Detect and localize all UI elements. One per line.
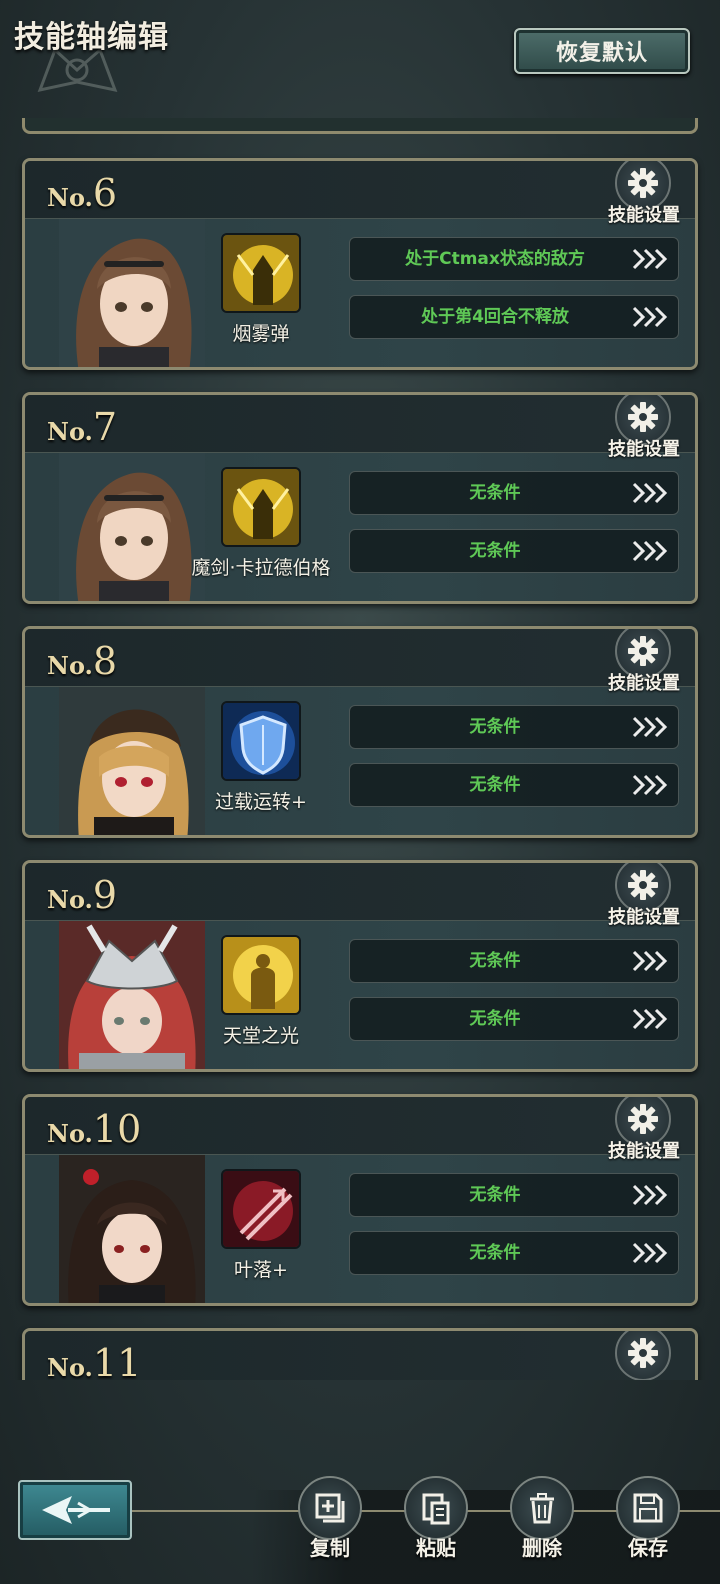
back-button[interactable] <box>18 1480 132 1540</box>
paste-icon <box>422 1493 450 1525</box>
paste-button[interactable]: 粘贴 <box>396 1476 476 1584</box>
condition-slot[interactable]: 无条件 <box>349 939 679 983</box>
character-portrait <box>59 687 205 835</box>
skill-card-7: No.7 技能设置 魔剑·卡拉德伯格 无条件 无条件 <box>22 392 698 604</box>
triple-chevron-icon <box>632 540 668 562</box>
slot-number: No.8 <box>47 639 118 683</box>
skill-settings-button[interactable]: 技能设置 <box>599 863 689 929</box>
condition-slot[interactable]: 处于第4回合不释放 <box>349 295 679 339</box>
skill-card-9: No.9 技能设置 天堂之光 无条件 无条件 <box>22 860 698 1072</box>
skill-settings-button[interactable]: 技能设置 <box>599 1097 689 1163</box>
condition-slot[interactable]: 无条件 <box>349 997 679 1041</box>
character-portrait <box>59 921 205 1069</box>
character-portrait <box>59 453 205 601</box>
skill-name: 天堂之光 <box>222 1025 299 1047</box>
gear-icon <box>628 870 658 900</box>
copy-icon <box>315 1493 345 1523</box>
slot-number: No.11 <box>47 1341 142 1380</box>
skill-settings-button[interactable]: 技能设置 <box>599 161 689 227</box>
triple-chevron-icon <box>632 950 668 972</box>
save-icon <box>633 1493 663 1523</box>
slot-number: No.7 <box>47 405 118 449</box>
slot-number: No.9 <box>47 873 118 917</box>
gear-icon <box>628 402 658 432</box>
gear-icon <box>628 1104 658 1134</box>
gear-icon <box>628 1338 658 1368</box>
skill-settings-button[interactable] <box>599 1331 689 1380</box>
skill-icon[interactable] <box>221 935 301 1015</box>
previous-card-edge <box>22 118 698 134</box>
skill-name: 过载运转+ <box>215 791 307 813</box>
save-button[interactable]: 保存 <box>608 1476 688 1584</box>
condition-slot[interactable]: 无条件 <box>349 763 679 807</box>
condition-slot[interactable]: 无条件 <box>349 471 679 515</box>
skill-icon[interactable] <box>221 1169 301 1249</box>
condition-slot[interactable]: 无条件 <box>349 1231 679 1275</box>
page-title: 技能轴编辑 <box>14 20 169 55</box>
back-arrow-icon <box>42 1496 110 1524</box>
triple-chevron-icon <box>632 716 668 738</box>
condition-slot[interactable]: 无条件 <box>349 1173 679 1217</box>
slot-number: No.10 <box>47 1107 142 1151</box>
character-portrait <box>59 1155 205 1303</box>
skill-name: 烟雾弹 <box>232 323 290 345</box>
skill-settings-button[interactable]: 技能设置 <box>599 629 689 695</box>
skill-icon[interactable] <box>221 233 301 313</box>
bottom-toolbar: 复制 粘贴 删除 保存 <box>0 1380 720 1584</box>
delete-button[interactable]: 删除 <box>502 1476 582 1584</box>
skill-card-10: No.10 技能设置 叶落+ 无条件 无条件 <box>22 1094 698 1306</box>
skill-name: 魔剑·卡拉德伯格 <box>191 557 331 579</box>
triple-chevron-icon <box>632 248 668 270</box>
restore-default-button[interactable]: 恢复默认 <box>514 28 690 74</box>
triple-chevron-icon <box>632 482 668 504</box>
gear-icon <box>628 636 658 666</box>
trash-icon <box>530 1493 554 1524</box>
skill-card-6: No.6 技能设置 烟雾弹 处于Ctmax状态的敌方 处于第4回合不释放 <box>22 158 698 370</box>
copy-button[interactable]: 复制 <box>290 1476 370 1584</box>
slot-number: No.6 <box>47 171 118 215</box>
triple-chevron-icon <box>632 774 668 796</box>
triple-chevron-icon <box>632 1184 668 1206</box>
skill-card-8: No.8 技能设置 过载运转+ 无条件 无条件 <box>22 626 698 838</box>
condition-slot[interactable]: 无条件 <box>349 705 679 749</box>
character-portrait <box>59 219 205 367</box>
skill-name: 叶落+ <box>234 1259 288 1281</box>
skill-icon[interactable] <box>221 467 301 547</box>
skill-icon[interactable] <box>221 701 301 781</box>
condition-slot[interactable]: 处于Ctmax状态的敌方 <box>349 237 679 281</box>
skill-settings-button[interactable]: 技能设置 <box>599 395 689 461</box>
gear-icon <box>628 168 658 198</box>
skill-list[interactable]: No.6 技能设置 烟雾弹 处于Ctmax状态的敌方 处于第4回合不释放 No.… <box>0 118 720 1380</box>
triple-chevron-icon <box>632 306 668 328</box>
top-bar: 技能轴编辑 恢复默认 <box>0 0 720 130</box>
triple-chevron-icon <box>632 1242 668 1264</box>
condition-slot[interactable]: 无条件 <box>349 529 679 573</box>
skill-card-11: No.11 <box>22 1328 698 1380</box>
triple-chevron-icon <box>632 1008 668 1030</box>
